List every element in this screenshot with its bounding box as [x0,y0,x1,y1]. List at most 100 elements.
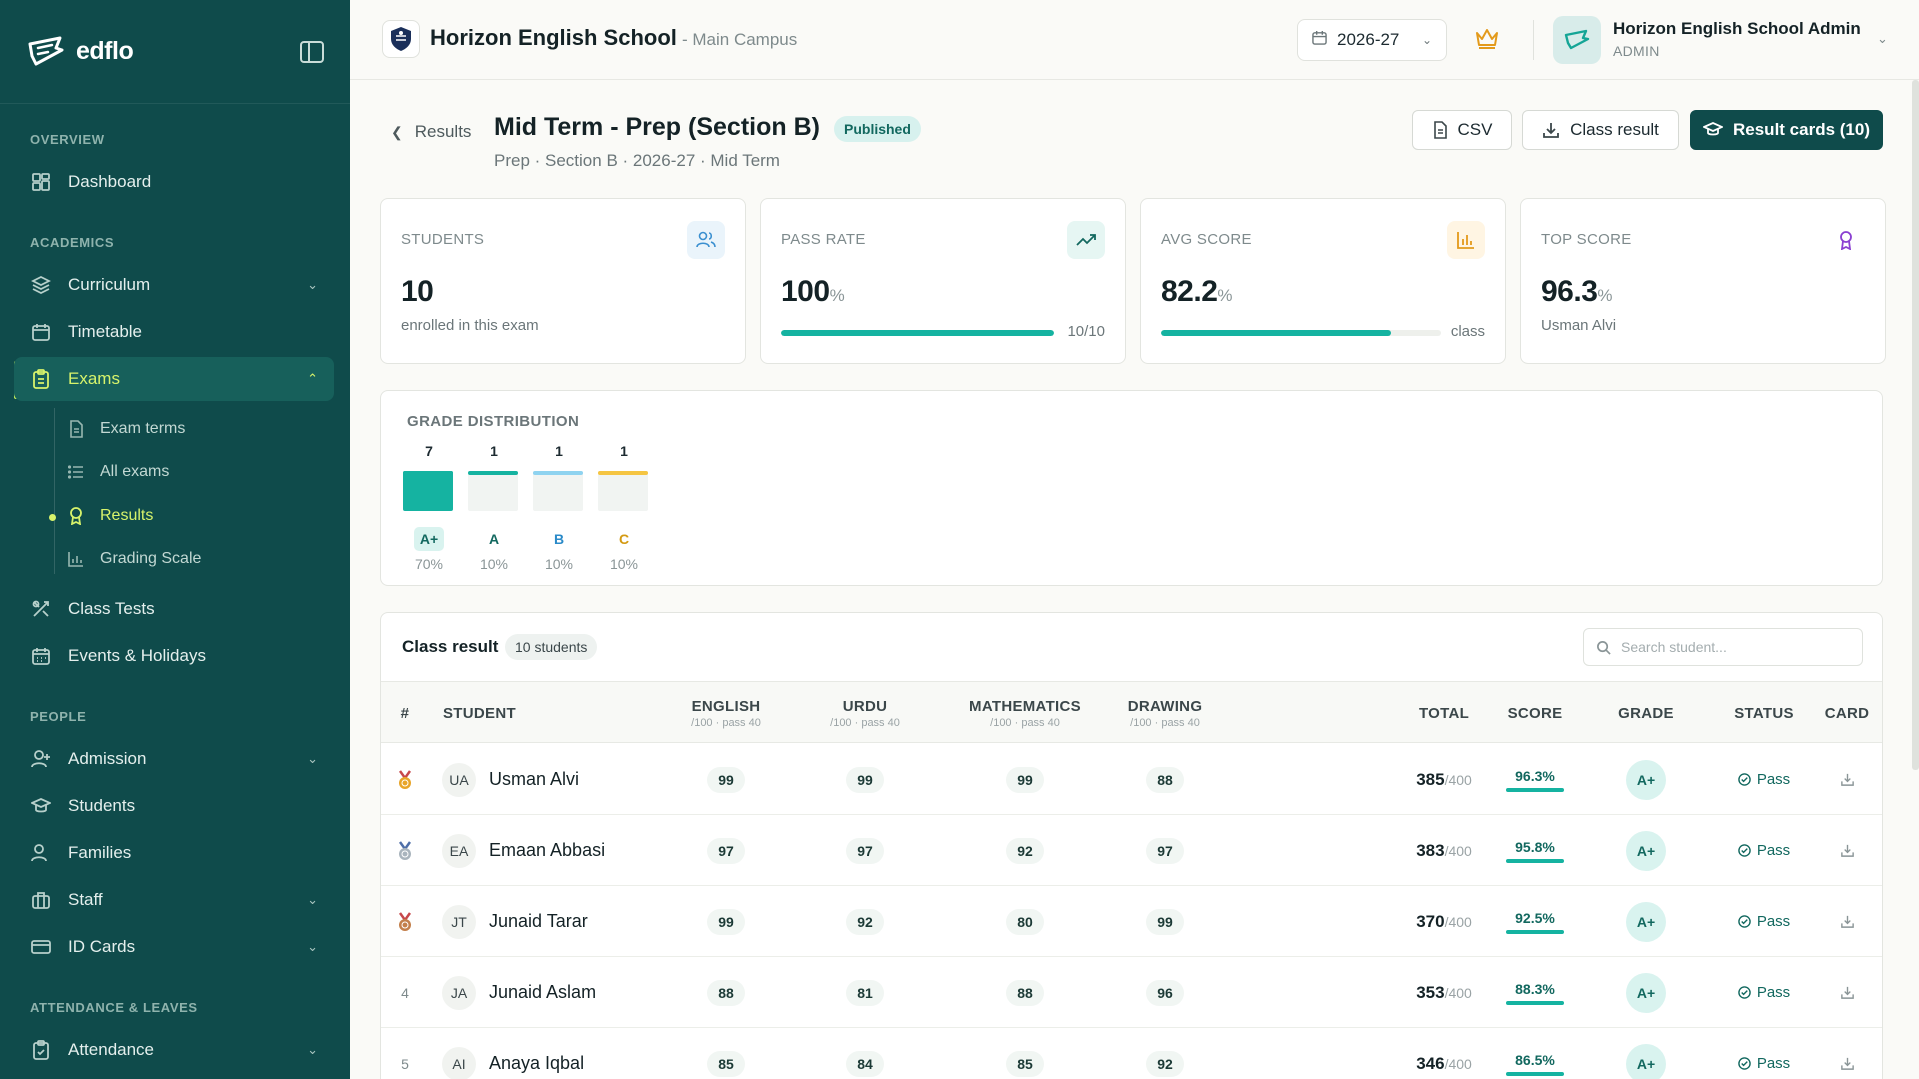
col-total[interactable]: TOTAL [1394,682,1494,744]
grade-distribution-title: GRADE DISTRIBUTION [407,413,580,430]
graduation-cap-icon [1703,122,1723,138]
col-grade[interactable]: GRADE [1596,682,1696,744]
sidebar-item-exams[interactable]: Exams ⌃ [14,357,334,401]
student-name[interactable]: Emaan Abbasi [489,840,605,861]
grade-column: 1 A 10% [468,443,520,572]
download-icon[interactable] [1840,772,1855,787]
col-rank: # [400,704,410,722]
total-score: 370 [1416,911,1445,931]
drawing-mark: 99 [1146,908,1184,935]
student-name[interactable]: Junaid Tarar [489,911,588,932]
download-icon[interactable] [1840,843,1855,858]
col-card: CARD [1824,704,1870,722]
download-icon[interactable] [1840,985,1855,1000]
sidebar-item-dashboard[interactable]: Dashboard [14,160,334,204]
school-name: Horizon English School [430,25,677,50]
sidebar-subitem-exam-terms[interactable]: Exam terms [68,411,185,447]
admin-name[interactable]: Horizon English School Admin [1613,19,1861,39]
header-divider [1533,20,1534,60]
crown-icon[interactable] [1474,26,1500,55]
col-english[interactable]: ENGLISH/100 · pass 40 [666,682,786,744]
table-row[interactable]: 4 JA Junaid Aslam 88 81 88 96 353/400 88.3% A+ Pas… [381,957,1882,1028]
student-name[interactable]: Anaya Iqbal [489,1053,584,1074]
table-row[interactable]: UA Usman Alvi 99 99 99 88 385/400 96.3% A+ Pass [381,744,1882,815]
stat-right-value: class [1450,323,1485,340]
grade-percent: 70% [414,556,444,572]
sidebar-item-families[interactable]: Families [14,831,334,875]
grade-bar [468,471,518,511]
grade-letter-badge: C [618,531,630,547]
download-icon[interactable] [1840,1056,1855,1071]
sidebar-subitem-label: All exams [100,463,170,480]
progress-fill [1161,330,1392,336]
bronze-medal-icon [396,911,414,932]
student-name[interactable]: Junaid Aslam [489,982,596,1003]
english-mark-cell: 99 [666,886,786,957]
chevron-down-icon[interactable]: ⌄ [1877,31,1888,47]
sidebar-subitem-results[interactable]: Results [68,498,153,534]
bar-chart-icon [1447,221,1485,259]
col-mathematics[interactable]: MATHEMATICS/100 · pass 40 [945,682,1105,744]
rank-number: 5 [401,1055,409,1072]
student-name-cell[interactable]: Emaan Abbasi [489,815,659,886]
sidebar-item-admission[interactable]: Admission ⌄ [14,737,334,781]
student-name[interactable]: Usman Alvi [489,769,579,790]
student-name-cell[interactable]: Junaid Tarar [489,886,659,957]
download-icon[interactable] [1840,914,1855,929]
academic-year-select[interactable]: 2026-27 ⌄ [1297,19,1447,61]
admin-avatar[interactable] [1553,16,1601,64]
page-scrollbar[interactable] [1912,80,1919,770]
stat-note: enrolled in this exam [401,317,539,334]
drawing-mark: 88 [1146,766,1184,793]
urdu-mark-cell: 92 [805,886,925,957]
avatar: UA [442,762,476,797]
stat-right-value: 10/10 [1067,323,1105,340]
col-drawing[interactable]: DRAWING/100 · pass 40 [1105,682,1225,744]
score-indicator: 92.5% [1506,910,1564,934]
sidebar-item-curriculum[interactable]: Curriculum ⌄ [14,263,334,307]
nav-section-attendance: ATTENDANCE & LEAVES [30,1000,198,1015]
stat-card-top-score: TOP SCORE 96.3% Usman Alvi [1520,198,1886,364]
sidebar-subitem-all-exams[interactable]: All exams [68,454,169,490]
table-row[interactable]: EA Emaan Abbasi 97 97 92 97 383/400 95.8% A+ Pass [381,815,1882,886]
search-input[interactable]: Search student... [1583,628,1863,666]
sidebar-item-staff[interactable]: Staff ⌄ [14,878,334,922]
sidebar-item-class-tests[interactable]: Class Tests [14,587,334,631]
sidebar-toggle-icon[interactable] [300,40,324,63]
sidebar-item-attendance[interactable]: Attendance ⌄ [14,1028,334,1072]
table-row[interactable]: 5 AI Anaya Iqbal 85 84 85 92 346/400 86.5% A+ Pass [381,1028,1882,1079]
col-student[interactable]: STUDENT [443,682,523,744]
drawing-mark-cell: 97 [1105,815,1225,886]
english-mark: 99 [707,766,745,793]
math-mark: 80 [1006,908,1044,935]
result-cards-button[interactable]: Result cards (10) [1690,110,1883,150]
chevron-left-icon: ❮ [391,123,403,140]
drawing-mark: 92 [1146,1050,1184,1077]
student-name-cell[interactable]: Junaid Aslam [489,957,659,1028]
back-to-results-link[interactable]: ❮ Results [391,122,471,142]
sidebar-item-students[interactable]: Students [14,784,334,828]
csv-button[interactable]: CSV [1412,110,1512,150]
sidebar-item-events-holidays[interactable]: Events & Holidays [14,634,334,678]
grade-cell: A+ [1596,1028,1696,1079]
sidebar-subitem-grading-scale[interactable]: Grading Scale [68,541,201,577]
student-name-cell[interactable]: Anaya Iqbal [489,1028,659,1079]
table-row[interactable]: JT Junaid Tarar 99 92 80 99 370/400 92.5% A+ Pass [381,886,1882,957]
sidebar-item-label: Timetable [68,322,143,341]
col-score[interactable]: SCORE [1485,682,1585,744]
status-label: Pass [1756,913,1791,930]
sidebar-item-id-cards[interactable]: ID Cards ⌄ [14,925,334,969]
sidebar-item-label: ID Cards [68,937,136,956]
card-cell [1817,886,1877,957]
stat-value: 10 [401,275,434,308]
sidebar-item-timetable[interactable]: Timetable [14,310,334,354]
student-name-cell[interactable]: Usman Alvi [489,744,659,815]
nav-section-people: PEOPLE [30,709,87,724]
result-cards-button-label: Result cards (10) [1733,120,1870,139]
col-urdu[interactable]: URDU/100 · pass 40 [805,682,925,744]
class-result-button[interactable]: Class result [1522,110,1679,150]
stat-card-avg-score: AVG SCORE 82.2% class [1140,198,1506,364]
col-status[interactable]: STATUS [1714,682,1814,744]
stat-card-pass-rate: PASS RATE 100% 10/10 [760,198,1126,364]
urdu-mark: 84 [846,1050,884,1077]
